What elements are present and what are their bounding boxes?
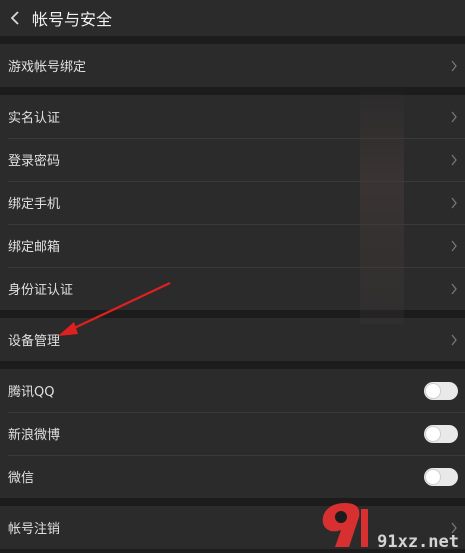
- group-device: 设备管理: [0, 318, 465, 361]
- row-label: 身份证认证: [8, 283, 74, 298]
- group-account-deletion: 帐号注销: [0, 506, 465, 549]
- row-login-password[interactable]: 登录密码: [0, 138, 465, 181]
- section-gap: [0, 498, 465, 506]
- row-label: 帐号注销: [8, 522, 61, 537]
- group-verification: 实名认证 登录密码 绑定手机 绑定邮箱 身份证认证: [0, 95, 465, 310]
- row-game-account-binding[interactable]: 游戏帐号绑定: [0, 44, 465, 87]
- row-wechat: 微信: [0, 455, 465, 498]
- chevron-right-icon: [449, 333, 459, 347]
- row-tencent-qq: 腾讯QQ: [0, 369, 465, 412]
- row-account-deletion[interactable]: 帐号注销: [0, 506, 465, 549]
- section-gap: [0, 310, 465, 318]
- row-real-name-verification[interactable]: 实名认证: [0, 95, 465, 138]
- row-sina-weibo: 新浪微博: [0, 412, 465, 455]
- qq-toggle[interactable]: [424, 381, 458, 400]
- chevron-right-icon: [449, 521, 459, 535]
- chevron-left-icon: [10, 11, 19, 25]
- row-device-management[interactable]: 设备管理: [0, 318, 465, 361]
- row-label: 绑定手机: [8, 197, 61, 212]
- chevron-right-icon: [449, 282, 459, 296]
- chevron-right-icon: [449, 239, 459, 253]
- chevron-right-icon: [449, 59, 459, 73]
- wechat-toggle[interactable]: [424, 467, 458, 486]
- row-label: 登录密码: [8, 154, 61, 169]
- row-label: 微信: [8, 471, 35, 486]
- account-security-page: 帐号与安全 游戏帐号绑定 实名认证 登录密码 绑定手机 绑定邮箱 身份证认证 设…: [0, 0, 465, 553]
- section-gap: [0, 361, 465, 369]
- row-bind-phone[interactable]: 绑定手机: [0, 181, 465, 224]
- group-social-binding: 腾讯QQ 新浪微博 微信: [0, 369, 465, 498]
- group-game-binding: 游戏帐号绑定: [0, 44, 465, 87]
- section-gap: [0, 36, 465, 44]
- weibo-toggle[interactable]: [424, 424, 458, 443]
- row-label: 腾讯QQ: [8, 385, 55, 400]
- row-id-card-verification[interactable]: 身份证认证: [0, 267, 465, 310]
- row-label: 新浪微博: [8, 428, 61, 443]
- chevron-right-icon: [449, 110, 459, 124]
- row-label: 游戏帐号绑定: [8, 60, 87, 75]
- row-label: 实名认证: [8, 111, 61, 126]
- row-bind-email[interactable]: 绑定邮箱: [0, 224, 465, 267]
- section-gap: [0, 87, 465, 95]
- chevron-right-icon: [449, 196, 459, 210]
- row-label: 绑定邮箱: [8, 240, 61, 255]
- page-title: 帐号与安全: [32, 10, 113, 29]
- chevron-right-icon: [449, 153, 459, 167]
- top-bar: 帐号与安全: [0, 0, 465, 36]
- back-button[interactable]: [4, 7, 26, 29]
- row-label: 设备管理: [8, 334, 61, 349]
